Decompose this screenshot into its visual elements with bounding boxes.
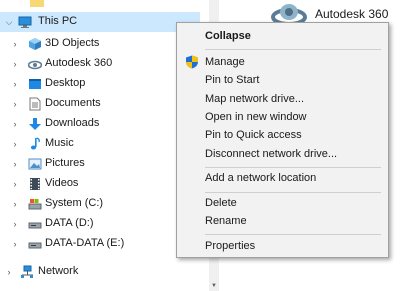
pictures-icon xyxy=(28,157,42,171)
menu-item-label: Add a network location xyxy=(205,172,317,184)
menu-item-map-network-drive[interactable]: Map network drive... xyxy=(177,89,388,109)
autodesk-360-icon xyxy=(28,57,42,71)
nav-item-3d-objects[interactable]: › 3D Objects xyxy=(0,34,200,54)
chevron-right-icon[interactable]: › xyxy=(10,199,20,209)
menu-item-open-in-new-window[interactable]: Open in new window xyxy=(177,107,388,127)
network-icon xyxy=(20,265,34,279)
desktop-icon xyxy=(28,77,42,91)
chevron-right-icon[interactable]: › xyxy=(10,119,20,129)
chevron-right-icon[interactable]: › xyxy=(10,79,20,89)
nav-item-data-drive[interactable]: › DATA (D:) xyxy=(0,214,200,234)
menu-item-label: Rename xyxy=(205,215,247,227)
nav-item-pictures[interactable]: › Pictures xyxy=(0,154,200,174)
chevron-right-icon[interactable]: › xyxy=(10,59,20,69)
system-drive-icon xyxy=(28,197,42,211)
nav-item-music[interactable]: › Music xyxy=(0,134,200,154)
menu-item-disconnect-network-drive[interactable]: Disconnect network drive... xyxy=(177,144,388,164)
menu-item-label: Map network drive... xyxy=(205,93,305,105)
nav-item-label: Network xyxy=(38,265,79,277)
menu-item-pin-to-start[interactable]: Pin to Start xyxy=(177,70,388,90)
nav-item-label: System (C:) xyxy=(45,197,104,209)
nav-item-label: Autodesk 360 xyxy=(45,57,113,69)
menu-item-label: Delete xyxy=(205,197,237,209)
navigation-pane: ⌵ This PC › 3D Objects › Autodesk 360 › … xyxy=(0,0,200,291)
chevron-right-icon[interactable]: › xyxy=(10,219,20,229)
this-pc-icon xyxy=(18,15,32,29)
context-menu: Collapse Manage Pin to Start Map network… xyxy=(176,22,389,258)
chevron-right-icon[interactable]: › xyxy=(10,139,20,149)
chevron-right-icon[interactable]: › xyxy=(4,267,14,277)
nav-item-data-data-drive[interactable]: › DATA-DATA (E:) xyxy=(0,234,200,254)
downloads-icon xyxy=(28,117,42,131)
chevron-right-icon[interactable]: › xyxy=(10,99,20,109)
nav-item-network[interactable]: › Network xyxy=(0,262,200,282)
music-icon xyxy=(28,137,42,151)
chevron-right-icon[interactable]: › xyxy=(10,239,20,249)
menu-separator xyxy=(205,49,381,50)
videos-icon xyxy=(28,177,42,191)
menu-item-add-network-location[interactable]: Add a network location xyxy=(177,168,388,188)
menu-item-label: Collapse xyxy=(205,30,251,42)
content-item-label: Autodesk 360 xyxy=(315,7,389,21)
nav-item-label: DATA-DATA (E:) xyxy=(45,237,125,249)
nav-item-label: Documents xyxy=(45,97,101,109)
chevron-down-icon[interactable]: ⌵ xyxy=(4,17,14,27)
menu-separator xyxy=(205,234,381,235)
shield-icon xyxy=(185,55,199,69)
nav-item-downloads[interactable]: › Downloads xyxy=(0,114,200,134)
chevron-right-icon[interactable]: › xyxy=(10,39,20,49)
menu-item-label: Disconnect network drive... xyxy=(205,148,338,160)
nav-item-desktop[interactable]: › Desktop xyxy=(0,74,200,94)
menu-item-label: Pin to Start xyxy=(205,74,260,86)
menu-item-label: Properties xyxy=(205,240,256,252)
menu-item-label: Pin to Quick access xyxy=(205,129,302,141)
menu-item-rename[interactable]: Rename xyxy=(177,211,388,231)
nav-item-label: Music xyxy=(45,137,74,149)
menu-item-pin-to-quick-access[interactable]: Pin to Quick access xyxy=(177,125,388,145)
nav-item-label: Pictures xyxy=(45,157,85,169)
nav-item-label: Videos xyxy=(45,177,79,189)
menu-item-label: Open in new window xyxy=(205,111,307,123)
nav-item-system-drive[interactable]: › System (C:) xyxy=(0,194,200,214)
data-drive-icon xyxy=(28,217,42,231)
scroll-down-arrow-icon[interactable]: ▼ xyxy=(209,281,219,291)
chevron-right-icon[interactable]: › xyxy=(10,179,20,189)
menu-item-properties[interactable]: Properties xyxy=(177,236,388,256)
chevron-right-icon[interactable]: › xyxy=(10,159,20,169)
nav-item-documents[interactable]: › Documents xyxy=(0,94,200,114)
nav-item-label: Downloads xyxy=(45,117,100,129)
nav-item-this-pc[interactable]: ⌵ This PC xyxy=(0,12,200,32)
menu-item-label: Manage xyxy=(205,56,245,68)
data-data-drive-icon xyxy=(28,237,42,251)
nav-item-label: DATA (D:) xyxy=(45,217,94,229)
documents-icon xyxy=(28,97,42,111)
menu-item-delete[interactable]: Delete xyxy=(177,193,388,213)
nav-item-videos[interactable]: › Videos xyxy=(0,174,200,194)
quick-access-folder-icon xyxy=(30,0,44,8)
nav-item-autodesk-360[interactable]: › Autodesk 360 xyxy=(0,54,200,74)
nav-item-label: Desktop xyxy=(45,77,86,89)
menu-item-manage[interactable]: Manage xyxy=(177,52,388,72)
nav-item-label: This PC xyxy=(38,15,78,27)
3d-objects-icon xyxy=(28,37,42,51)
nav-item-label: 3D Objects xyxy=(45,37,100,49)
menu-item-collapse[interactable]: Collapse xyxy=(177,26,388,46)
